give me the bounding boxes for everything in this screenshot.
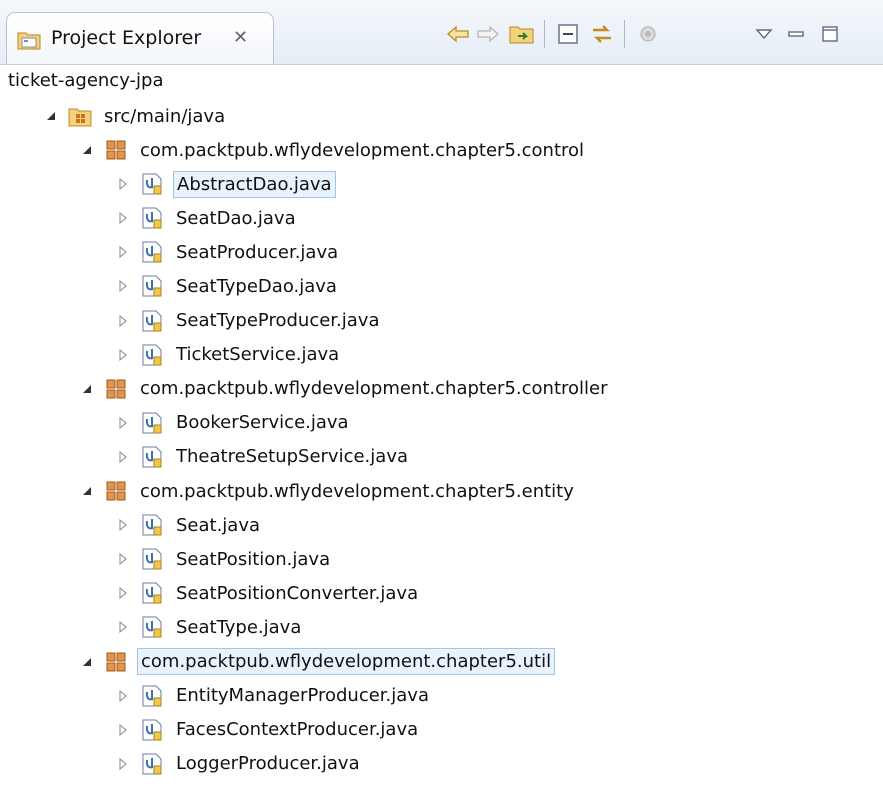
java-file-icon	[142, 344, 162, 366]
file-row[interactable]: AbstractDao.java	[114, 168, 336, 200]
file-label: SeatProducer.java	[176, 241, 339, 263]
package-row[interactable]: com.packtpub.wflydevelopment.chapter5.ut…	[78, 646, 556, 678]
file-label: EntityManagerProducer.java	[176, 685, 429, 707]
java-file-icon	[142, 275, 162, 297]
forward-arrow-icon[interactable]	[474, 22, 502, 46]
toolbar-separator	[624, 20, 625, 48]
source-folder-label: src/main/java	[104, 105, 226, 127]
file-label: BookerService.java	[176, 412, 349, 434]
package-icon	[106, 140, 126, 160]
file-row[interactable]: SeatTypeProducer.java	[114, 305, 382, 337]
view-tab-strip: Project Explorer ✕	[0, 0, 883, 65]
file-label: SeatType.java	[176, 616, 302, 638]
package-icon	[106, 652, 126, 671]
package-row[interactable]: com.packtpub.wflydevelopment.chapter5.co…	[78, 134, 587, 166]
collapsed-arrow-icon[interactable]	[114, 175, 132, 193]
file-row[interactable]: FacesContextProducer.java	[114, 714, 421, 746]
file-label: LoggerProducer.java	[176, 753, 360, 775]
file-label: SeatPositionConverter.java	[176, 582, 419, 604]
project-explorer-view: Project Explorer ✕ ticket-agency-jpa src…	[0, 0, 883, 796]
java-file-icon	[142, 310, 162, 331]
close-icon[interactable]: ✕	[233, 27, 248, 48]
file-row[interactable]: LoggerProducer.java	[114, 748, 363, 780]
java-file-icon	[142, 685, 162, 707]
project-explorer-icon	[17, 32, 41, 50]
file-row[interactable]: SeatPositionConverter.java	[114, 577, 421, 609]
file-row[interactable]: SeatTypeDao.java	[114, 270, 340, 302]
file-row[interactable]: TheatreSetupService.java	[114, 441, 411, 473]
java-file-icon	[142, 173, 162, 195]
file-label: Seat.java	[176, 514, 261, 536]
minimize-icon[interactable]	[782, 22, 810, 46]
project-name[interactable]: ticket-agency-jpa	[8, 70, 164, 91]
expanded-arrow-icon[interactable]	[78, 141, 96, 159]
file-label: TheatreSetupService.java	[176, 446, 408, 468]
go-into-icon[interactable]	[508, 22, 536, 46]
collapsed-arrow-icon[interactable]	[114, 550, 132, 568]
file-row[interactable]: SeatDao.java	[114, 202, 299, 234]
source-folder-icon	[68, 108, 92, 127]
package-label: com.packtpub.wflydevelopment.chapter5.co…	[140, 139, 585, 161]
expanded-arrow-icon[interactable]	[78, 482, 96, 500]
collapsed-arrow-icon[interactable]	[114, 448, 132, 466]
file-label: SeatTypeProducer.java	[176, 310, 380, 331]
maximize-icon[interactable]	[816, 22, 844, 46]
collapsed-arrow-icon[interactable]	[114, 209, 132, 227]
view-menu-icon[interactable]	[750, 22, 778, 46]
package-label: com.packtpub.wflydevelopment.chapter5.co…	[140, 378, 608, 400]
file-row[interactable]: BookerService.java	[114, 407, 352, 439]
java-file-icon	[142, 582, 162, 604]
expanded-arrow-icon[interactable]	[42, 107, 60, 125]
package-icon	[106, 481, 126, 501]
java-file-icon	[142, 412, 162, 434]
package-row[interactable]: com.packtpub.wflydevelopment.chapter5.en…	[78, 475, 577, 507]
toolbar-separator	[544, 20, 545, 48]
file-label: FacesContextProducer.java	[176, 719, 419, 741]
back-arrow-icon[interactable]	[444, 22, 472, 46]
package-label: com.packtpub.wflydevelopment.chapter5.en…	[140, 480, 574, 502]
package-row[interactable]: com.packtpub.wflydevelopment.chapter5.co…	[78, 373, 611, 405]
java-file-icon	[142, 616, 162, 638]
java-file-icon	[142, 753, 162, 775]
expanded-arrow-icon[interactable]	[78, 380, 96, 398]
collapsed-arrow-icon[interactable]	[114, 618, 132, 636]
working-sets-icon[interactable]	[634, 22, 662, 46]
tab-project-explorer[interactable]: Project Explorer ✕	[6, 12, 274, 64]
collapsed-arrow-icon[interactable]	[114, 243, 132, 261]
link-with-editor-icon[interactable]	[588, 22, 616, 46]
collapsed-arrow-icon[interactable]	[114, 414, 132, 432]
java-file-icon	[142, 719, 162, 741]
collapsed-arrow-icon[interactable]	[114, 687, 132, 705]
java-file-icon	[142, 514, 162, 536]
collapsed-arrow-icon[interactable]	[114, 312, 132, 330]
file-row[interactable]: TicketService.java	[114, 339, 342, 371]
collapsed-arrow-icon[interactable]	[114, 277, 132, 295]
file-label: SeatPosition.java	[176, 548, 331, 570]
package-icon	[106, 379, 126, 399]
expanded-arrow-icon[interactable]	[78, 653, 96, 671]
java-file-icon	[142, 446, 162, 468]
collapsed-arrow-icon[interactable]	[114, 721, 132, 739]
tab-title: Project Explorer	[51, 27, 202, 49]
file-row[interactable]: EntityManagerProducer.java	[114, 680, 432, 712]
source-folder-row[interactable]: src/main/java	[42, 100, 228, 132]
package-label: com.packtpub.wflydevelopment.chapter5.ut…	[137, 648, 556, 675]
file-row[interactable]: SeatPosition.java	[114, 543, 333, 575]
java-file-icon	[142, 241, 162, 263]
collapsed-arrow-icon[interactable]	[114, 516, 132, 534]
file-label: TicketService.java	[176, 344, 340, 366]
collapse-all-icon[interactable]	[554, 22, 582, 46]
java-file-icon	[142, 548, 162, 570]
file-row[interactable]: Seat.java	[114, 509, 263, 541]
file-label: SeatDao.java	[176, 207, 296, 229]
file-label: AbstractDao.java	[173, 170, 336, 198]
java-file-icon	[142, 207, 162, 229]
collapsed-arrow-icon[interactable]	[114, 755, 132, 773]
collapsed-arrow-icon[interactable]	[114, 346, 132, 364]
file-row[interactable]: SeatType.java	[114, 611, 304, 643]
file-label: SeatTypeDao.java	[176, 275, 337, 297]
collapsed-arrow-icon[interactable]	[114, 584, 132, 602]
file-row[interactable]: SeatProducer.java	[114, 236, 341, 268]
